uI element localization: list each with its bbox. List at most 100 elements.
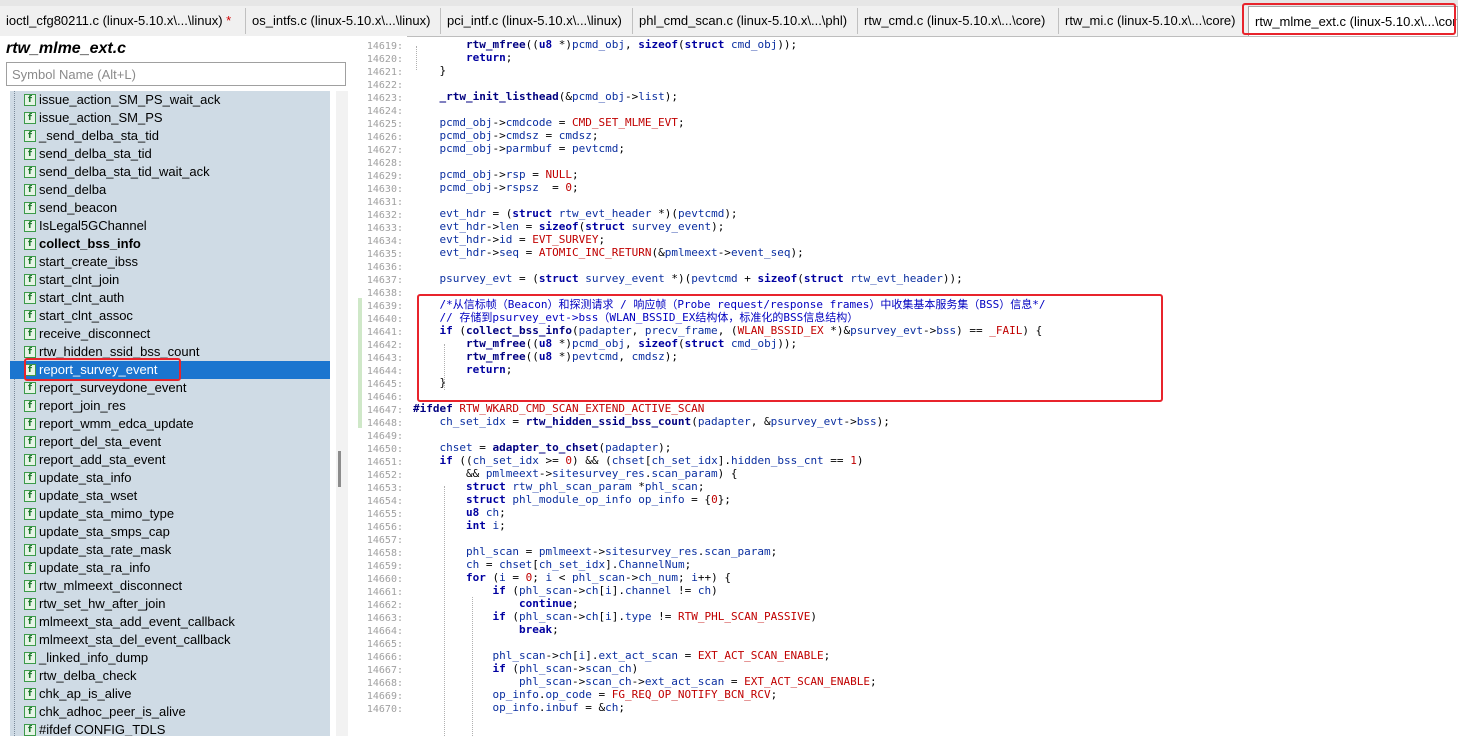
code-line[interactable]: if (phl_scan->scan_ch) — [413, 662, 638, 675]
symbol-item[interactable]: f _send_delba_sta_tid — [10, 127, 330, 145]
code-line[interactable]: pcmd_obj->rsp = NULL; — [413, 168, 579, 181]
symbol-item[interactable]: f IsLegal5GChannel — [10, 217, 330, 235]
code-line[interactable]: _rtw_init_listhead(&pcmd_obj->list); — [413, 90, 678, 103]
code-line[interactable]: op_info.inbuf = &ch; — [413, 701, 624, 714]
code-line[interactable]: if (phl_scan->ch[i].channel != ch) — [413, 584, 717, 597]
symbol-item[interactable]: f start_clnt_assoc — [10, 307, 330, 325]
code-line[interactable]: pcmd_obj->cmdcode = CMD_SET_MLME_EVT; — [413, 116, 685, 129]
code-line[interactable]: rtw_mfree((u8 *)pcmd_obj, sizeof(struct … — [413, 38, 797, 51]
code-line[interactable]: ch_set_idx = rtw_hidden_ssid_bss_count(p… — [413, 415, 890, 428]
symbol-item[interactable]: f update_sta_ra_info — [10, 559, 330, 577]
code-line[interactable]: phl_scan = pmlmeext->sitesurvey_res.scan… — [413, 545, 777, 558]
code-line[interactable]: if ((ch_set_idx >= 0) && (chset[ch_set_i… — [413, 454, 864, 467]
symbol-item[interactable]: f update_sta_smps_cap — [10, 523, 330, 541]
symbol-item[interactable]: f collect_bss_info — [10, 235, 330, 253]
line-number: 14664: — [366, 626, 403, 637]
symbol-item[interactable]: f report_surveydone_event — [10, 379, 330, 397]
symbol-item[interactable]: f rtw_hidden_ssid_bss_count — [10, 343, 330, 361]
code-line[interactable]: int i; — [413, 519, 506, 532]
symbol-item[interactable]: f update_sta_mimo_type — [10, 505, 330, 523]
symbol-item[interactable]: f mlmeext_sta_add_event_callback — [10, 613, 330, 631]
symbol-item[interactable]: f chk_ap_is_alive — [10, 685, 330, 703]
symbol-panel: rtw_mlme_ext.c fissue_action_SM_PS_wait_… — [0, 36, 353, 736]
function-icon: f — [24, 364, 36, 376]
code-line[interactable]: pcmd_obj->parmbuf = pevtcmd; — [413, 142, 625, 155]
tab-label: rtw_cmd.c (linux-5.10.x\...\core) — [864, 13, 1046, 28]
symbol-item[interactable]: f send_beacon — [10, 199, 330, 217]
symbol-item[interactable]: f mlmeext_sta_del_event_callback — [10, 631, 330, 649]
symbol-item[interactable]: f rtw_mlmeext_disconnect — [10, 577, 330, 595]
function-icon: f — [24, 238, 36, 250]
function-icon: f — [24, 220, 36, 232]
code-line[interactable]: pcmd_obj->rspsz = 0; — [413, 181, 579, 194]
code-line[interactable]: continue; — [413, 597, 579, 610]
symbol-item[interactable]: f send_delba_sta_tid_wait_ack — [10, 163, 330, 181]
symbol-item[interactable]: f report_join_res — [10, 397, 330, 415]
code-line[interactable]: op_info.op_code = FG_REQ_OP_NOTIFY_BCN_R… — [413, 688, 777, 701]
code-line[interactable]: evt_hdr->id = EVT_SURVEY; — [413, 233, 606, 246]
code-line[interactable]: evt_hdr->len = sizeof(struct survey_even… — [413, 220, 725, 233]
symbol-item[interactable]: f update_sta_info — [10, 469, 330, 487]
tab-rtw-mi[interactable]: rtw_mi.c (linux-5.10.x\...\core) — [1059, 8, 1244, 34]
code-line[interactable]: } — [413, 64, 446, 77]
line-number: 14663: — [366, 613, 403, 624]
symbol-item[interactable]: f #ifdef CONFIG_TDLS — [10, 721, 330, 736]
tab-phl-cmd-scan[interactable]: phl_cmd_scan.c (linux-5.10.x\...\phl) — [633, 8, 858, 34]
code-line[interactable]: chset = adapter_to_chset(padapter); — [413, 441, 672, 454]
symbol-item[interactable]: f receive_disconnect — [10, 325, 330, 343]
symbol-item[interactable]: f _linked_info_dump — [10, 649, 330, 667]
code-line[interactable]: if (collect_bss_info(padapter, precv_fra… — [413, 324, 1043, 337]
code-line[interactable]: return; — [413, 51, 512, 64]
symbol-item-label: send_beacon — [39, 200, 118, 215]
line-number: 14627: — [366, 145, 403, 156]
tab-os-intfs[interactable]: os_intfs.c (linux-5.10.x\...\linux) — [246, 8, 441, 34]
code-line[interactable]: psurvey_evt = (struct survey_event *)(pe… — [413, 272, 963, 285]
scrollbar-thumb[interactable] — [338, 451, 341, 487]
symbol-list-scrollbar[interactable] — [336, 91, 348, 736]
code-line[interactable]: pcmd_obj->cmdsz = cmdsz; — [413, 129, 599, 142]
symbol-item[interactable]: f issue_action_SM_PS — [10, 109, 330, 127]
symbol-item[interactable]: f start_clnt_join — [10, 271, 330, 289]
code-line[interactable]: if (phl_scan->ch[i].type != RTW_PHL_SCAN… — [413, 610, 817, 623]
code-line[interactable]: evt_hdr = (struct rtw_evt_header *)(pevt… — [413, 207, 738, 220]
code-line[interactable]: ch = chset[ch_set_idx].ChannelNum; — [413, 558, 691, 571]
symbol-item[interactable]: f chk_adhoc_peer_is_alive — [10, 703, 330, 721]
symbol-item[interactable]: f rtw_set_hw_after_join — [10, 595, 330, 613]
code-line[interactable]: phl_scan->ch[i].ext_act_scan = EXT_ACT_S… — [413, 649, 830, 662]
symbol-item[interactable]: f update_sta_wset — [10, 487, 330, 505]
tab-rtw-cmd[interactable]: rtw_cmd.c (linux-5.10.x\...\core) — [858, 8, 1059, 34]
symbol-item[interactable]: f issue_action_SM_PS_wait_ack — [10, 91, 330, 109]
function-icon: f — [24, 526, 36, 538]
code-line[interactable]: struct phl_module_op_info op_info = {0}; — [413, 493, 731, 506]
symbol-item[interactable]: f send_delba — [10, 181, 330, 199]
code-line[interactable]: return; — [413, 363, 512, 376]
symbol-item[interactable]: f report_add_sta_event — [10, 451, 330, 469]
code-editor[interactable]: rtw_mfree((u8 *)pcmd_obj, sizeof(struct … — [407, 36, 1458, 736]
function-icon: f — [24, 472, 36, 484]
code-line[interactable]: evt_hdr->seq = ATOMIC_INC_RETURN(&pmlmee… — [413, 246, 804, 259]
symbol-item[interactable]: f rtw_delba_check — [10, 667, 330, 685]
code-line[interactable]: // 存储到psurvey_evt->bss（WLAN_BSSID_EX结构体，… — [413, 311, 858, 324]
symbol-item[interactable]: f start_create_ibss — [10, 253, 330, 271]
tab-ioctl-cfg80211[interactable]: ioctl_cfg80211.c (linux-5.10.x\...\linux… — [0, 8, 246, 34]
code-line[interactable]: rtw_mfree((u8 *)pcmd_obj, sizeof(struct … — [413, 337, 797, 350]
code-line[interactable]: #ifdef RTW_WKARD_CMD_SCAN_EXTEND_ACTIVE_… — [413, 402, 704, 415]
code-line[interactable]: struct rtw_phl_scan_param *phl_scan; — [413, 480, 704, 493]
code-line[interactable]: } — [413, 376, 446, 389]
symbol-search-input[interactable] — [6, 62, 346, 86]
tab-pci-intf[interactable]: pci_intf.c (linux-5.10.x\...\linux) — [441, 8, 633, 34]
symbol-item[interactable]: f update_sta_rate_mask — [10, 541, 330, 559]
code-line[interactable]: u8 ch; — [413, 506, 506, 519]
code-line[interactable]: phl_scan->scan_ch->ext_act_scan = EXT_AC… — [413, 675, 877, 688]
code-line[interactable]: rtw_mfree((u8 *)pevtcmd, cmdsz); — [413, 350, 678, 363]
symbol-item[interactable]: f start_clnt_auth — [10, 289, 330, 307]
symbol-item[interactable]: f report_del_sta_event — [10, 433, 330, 451]
code-line[interactable]: for (i = 0; i < phl_scan->ch_num; i++) { — [413, 571, 731, 584]
tab-rtw-mlme-ext[interactable]: rtw_mlme_ext.c (linux-5.10.x\...\core — [1248, 6, 1458, 36]
symbol-item[interactable]: f send_delba_sta_tid — [10, 145, 330, 163]
code-line[interactable]: /*从信标帧（Beacon）和探测请求 / 响应帧（Probe request/… — [413, 298, 1045, 311]
code-line[interactable]: && pmlmeext->sitesurvey_res.scan_param) … — [413, 467, 738, 480]
symbol-item[interactable]: f report_wmm_edca_update — [10, 415, 330, 433]
symbol-item[interactable]: f report_survey_event — [10, 361, 330, 379]
code-line[interactable]: break; — [413, 623, 559, 636]
